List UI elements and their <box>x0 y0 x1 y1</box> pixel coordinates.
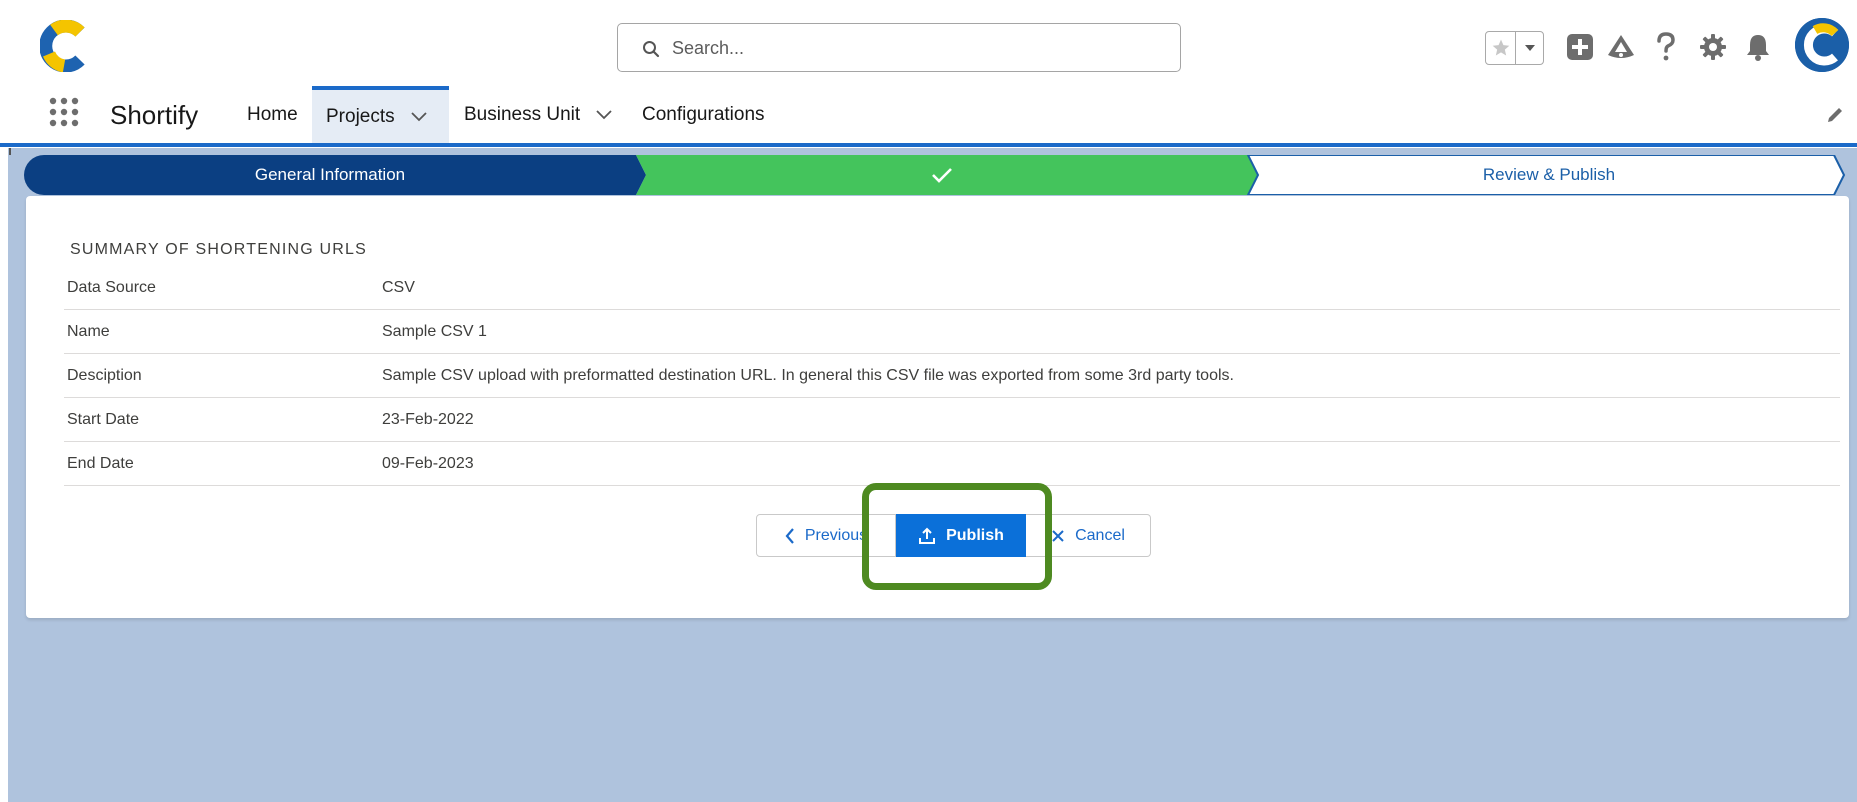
chevron-left-icon <box>785 527 794 544</box>
search-icon <box>643 41 660 58</box>
trailhead-icon[interactable] <box>1604 30 1638 64</box>
summary-row-start-date: Start Date 23-Feb-2022 <box>64 398 1840 442</box>
waffle-icon[interactable] <box>48 96 80 128</box>
c-logo-icon[interactable] <box>39 19 92 73</box>
app-name: Shortify <box>110 100 199 130</box>
path-step-label: Review & Publish <box>1482 165 1616 184</box>
cancel-label: Cancel <box>1075 526 1125 544</box>
tab-home[interactable]: Home <box>233 86 312 144</box>
tab-label: Configurations <box>642 104 765 125</box>
path-step-complete[interactable] <box>636 155 1248 195</box>
search-placeholder: Search... <box>672 38 745 58</box>
row-value: 09-Feb-2023 <box>382 455 474 472</box>
summary-row-end-date: End Date 09-Feb-2023 <box>64 442 1840 486</box>
summary-row-description: Desciption Sample CSV upload with prefor… <box>64 354 1840 398</box>
app-navigation: Shortify Home Projects Business Unit Con… <box>0 86 1857 144</box>
path-step-label: General Information <box>254 165 406 184</box>
row-label: Desciption <box>67 367 142 384</box>
row-value: CSV <box>382 279 415 296</box>
chevron-down-icon[interactable] <box>596 110 612 120</box>
tab-label: Projects <box>326 106 395 127</box>
caret-down-icon[interactable] <box>1516 32 1543 64</box>
checkmark-icon <box>932 168 952 183</box>
search-input[interactable]: Search... <box>617 23 1181 72</box>
tab-label: Home <box>247 104 298 125</box>
close-icon <box>1052 529 1064 542</box>
tab-projects[interactable]: Projects <box>312 86 449 144</box>
row-value: Sample CSV 1 <box>382 323 487 340</box>
gear-icon[interactable] <box>1696 30 1730 64</box>
row-value: 23-Feb-2022 <box>382 411 474 428</box>
tab-business-unit[interactable]: Business Unit <box>450 86 626 144</box>
publish-highlight-outline <box>862 483 1052 590</box>
pencil-icon[interactable] <box>1826 106 1844 129</box>
favorites-group <box>1485 31 1544 65</box>
plus-icon[interactable] <box>1563 30 1597 64</box>
previous-label: Previous <box>804 526 868 544</box>
bell-icon[interactable] <box>1741 30 1775 64</box>
path-step-review-publish[interactable]: Review & Publish <box>1248 155 1850 195</box>
summary-title: SUMMARY OF SHORTENING URLS <box>70 241 368 258</box>
summary-row-name: Name Sample CSV 1 <box>64 310 1840 354</box>
avatar[interactable] <box>1795 18 1849 72</box>
tab-configurations[interactable]: Configurations <box>628 86 779 144</box>
summary-row-data-source: Data Source CSV <box>64 266 1840 310</box>
nav-underline <box>0 143 1857 147</box>
row-label: Name <box>67 323 110 340</box>
progress-path: General Information Review & Publish <box>24 155 1850 195</box>
row-label: Start Date <box>67 411 140 428</box>
row-value: Sample CSV upload with preformatted dest… <box>382 367 1234 384</box>
path-step-general-information[interactable]: General Information <box>24 155 636 195</box>
star-icon[interactable] <box>1486 32 1517 64</box>
row-label: Data Source <box>67 279 156 296</box>
question-icon[interactable] <box>1649 30 1683 64</box>
row-label: End Date <box>67 455 134 472</box>
tab-label: Business Unit <box>464 104 581 125</box>
chevron-down-icon[interactable] <box>411 112 427 122</box>
